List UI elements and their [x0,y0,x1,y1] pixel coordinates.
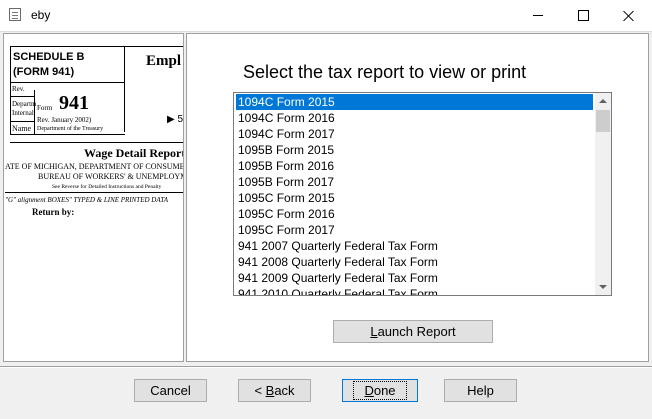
scroll-up-button[interactable] [595,93,611,109]
app-icon [9,8,21,21]
list-item[interactable]: 941 2008 Quarterly Federal Tax Form [236,254,593,270]
close-icon [623,10,635,22]
form-ref: (FORM 941) [13,66,75,78]
wage-detail-title: Wage Detail Report [84,146,184,160]
scroll-up-icon [599,99,607,103]
list-item[interactable]: 941 2010 Quarterly Federal Tax Form [236,286,593,295]
scroll-down-icon [599,285,607,289]
back-arrow-icon: < [254,383,263,398]
list-item[interactable]: 1095B Form 2017 [236,174,593,190]
list-item[interactable]: 1094C Form 2017 [236,126,593,142]
list-item[interactable]: 1095B Form 2016 [236,158,593,174]
help-button[interactable]: Help [444,379,517,402]
scroll-thumb[interactable] [596,110,610,132]
list-item[interactable]: 1094C Form 2016 [236,110,593,126]
form-preview-thumbnail: SCHEDULE B (FORM 941) Empl Rev. Departm … [3,33,184,362]
list-item[interactable]: 1095C Form 2016 [236,206,593,222]
form-number: 941 [59,92,89,114]
empl-label: Empl [146,53,182,69]
report-selection-panel: Select the tax report to view or print 1… [186,33,649,362]
done-button[interactable]: Done [342,379,418,402]
list-item[interactable]: 1095C Form 2015 [236,190,593,206]
maximize-button[interactable] [560,0,606,31]
launch-report-button[interactable]: Launch Report [333,320,493,343]
list-item[interactable]: 941 2007 Quarterly Federal Tax Form [236,238,593,254]
list-item[interactable]: 941 2009 Quarterly Federal Tax Form [236,270,593,286]
back-button[interactable]: < Back [238,379,311,402]
schedule-label: SCHEDULE B [13,51,85,63]
listbox-scrollbar[interactable] [595,93,611,295]
close-button[interactable] [606,0,652,31]
maximize-icon [577,10,589,21]
page-title: Select the tax report to view or print [243,62,527,82]
cancel-button[interactable]: Cancel [134,379,207,402]
tax-report-listbox[interactable]: 1094C Form 2015 1094C Form 2016 1094C Form… [233,92,612,296]
window-title: eby [31,8,51,22]
minimize-icon [533,15,543,16]
scroll-down-button[interactable] [595,279,611,295]
list-item[interactable]: 1094C Form 2015 [236,94,593,110]
minimize-button[interactable] [515,0,561,31]
done-focus-rect: Done [353,381,407,400]
list-item[interactable]: 1095C Form 2017 [236,222,593,238]
title-bar: eby [0,0,652,32]
list-item[interactable]: 1095B Form 2015 [236,142,593,158]
